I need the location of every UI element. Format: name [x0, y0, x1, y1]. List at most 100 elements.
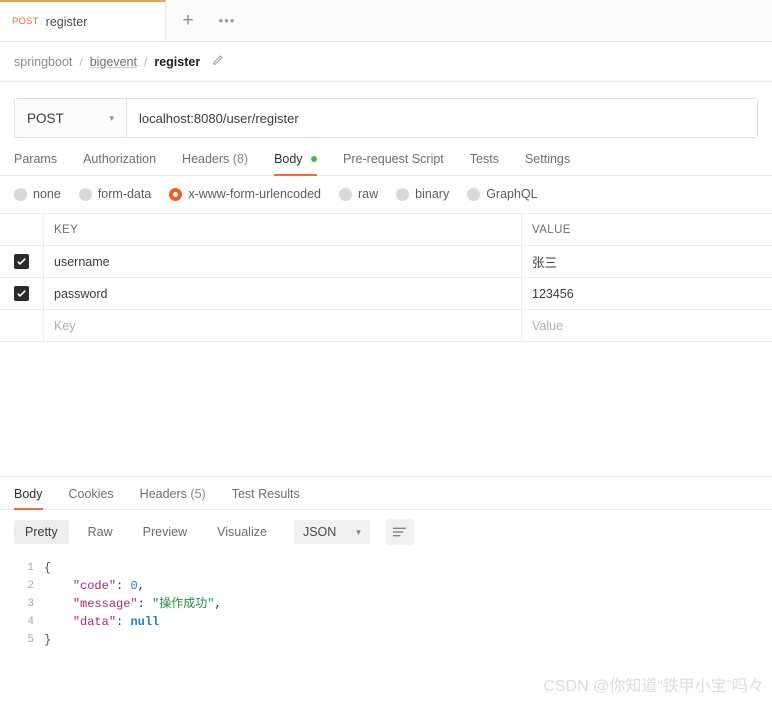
body-type-urlencoded[interactable]: x-www-form-urlencoded [169, 187, 321, 201]
row-checkbox-cell [0, 246, 44, 277]
line-content: { [44, 561, 52, 575]
radio-icon [396, 187, 410, 201]
table-row: password 123456 [0, 278, 772, 310]
breadcrumb-separator: / [79, 54, 83, 69]
form-params-table: KEY VALUE username 张三 password 123456 Ke… [0, 213, 772, 342]
request-tab-register[interactable]: POST register [0, 0, 166, 41]
body-type-graphql[interactable]: GraphQL [467, 187, 538, 201]
line-number: 4 [27, 616, 34, 628]
json-key: "data" [72, 615, 117, 629]
wrap-lines-icon[interactable] [385, 519, 414, 545]
json-value: null [130, 615, 160, 629]
table-header-row: KEY VALUE [0, 214, 772, 246]
tab-method-label: POST [12, 16, 39, 27]
table-new-row: Key Value [0, 310, 772, 342]
line-content: "data": null [72, 615, 160, 629]
json-key: "code" [72, 579, 117, 593]
body-type-none-label: none [33, 187, 61, 201]
radio-icon [78, 187, 92, 201]
body-modified-dot-icon [311, 156, 318, 162]
header-checkbox-cell [0, 214, 44, 245]
response-tab-test-results[interactable]: Test Results [232, 487, 300, 509]
url-value: localhost:8080/user/register [139, 110, 299, 126]
tab-headers[interactable]: Headers (8) [182, 152, 248, 175]
tab-authorization-label: Authorization [83, 152, 157, 166]
view-mode-raw[interactable]: Raw [77, 520, 124, 544]
chevron-down-icon: ▾ [356, 526, 361, 537]
row-key-value: password [54, 286, 108, 301]
tab-settings-label: Settings [524, 152, 571, 166]
checkbox-checked-icon[interactable] [14, 254, 29, 269]
response-tab-headers-count: (5) [190, 487, 206, 501]
row-key-input[interactable]: username [44, 246, 522, 277]
view-mode-preview[interactable]: Preview [132, 520, 198, 544]
row-value-input[interactable]: 123456 [522, 278, 772, 309]
row-key-input[interactable]: password [44, 278, 522, 309]
tab-pre-request-script[interactable]: Pre-request Script [343, 152, 444, 175]
view-mode-visualize[interactable]: Visualize [206, 520, 278, 544]
response-tab-body[interactable]: Body [14, 487, 43, 510]
response-tab-cookies-label: Cookies [68, 487, 114, 501]
table-row: username 张三 [0, 246, 772, 278]
tab-headers-label: Headers [182, 152, 230, 166]
breadcrumb-workspace[interactable]: springboot [14, 55, 72, 69]
radio-selected-icon [169, 187, 183, 201]
response-tabs: Body Cookies Headers (5) Test Results [0, 476, 772, 510]
body-type-none[interactable]: none [14, 187, 61, 201]
radio-icon [14, 187, 27, 201]
header-key-label: KEY [54, 223, 79, 236]
line-number: 3 [27, 598, 34, 610]
http-method-select[interactable]: POST ▾ [15, 99, 127, 137]
tab-tests-label: Tests [469, 152, 499, 166]
response-format-value: JSON [302, 525, 337, 539]
tab-authorization[interactable]: Authorization [83, 152, 156, 175]
tab-headers-count: (8) [232, 152, 249, 166]
ellipsis-icon[interactable]: ••• [210, 0, 244, 41]
new-row-key-input[interactable]: Key [44, 310, 522, 341]
plus-icon[interactable]: + [166, 0, 210, 41]
line-number: 5 [27, 634, 34, 646]
pencil-icon[interactable] [211, 54, 224, 70]
tab-tests[interactable]: Tests [470, 152, 499, 175]
radio-icon [467, 187, 481, 201]
code-line: 1 { [0, 559, 772, 577]
url-input[interactable]: localhost:8080/user/register [127, 99, 757, 137]
tab-params[interactable]: Params [14, 152, 57, 175]
response-format-select[interactable]: JSON ▾ [293, 520, 370, 544]
breadcrumb-separator-2: / [143, 54, 148, 69]
response-tab-cookies[interactable]: Cookies [69, 487, 114, 509]
code-line: 3 "message": "操作成功", [0, 595, 772, 613]
body-type-binary[interactable]: binary [396, 187, 449, 201]
body-type-form-data[interactable]: form-data [78, 187, 151, 201]
watermark: CSDN @你知道“铁甲小宝”吗々 [543, 678, 764, 695]
url-bar: POST ▾ localhost:8080/user/register [14, 98, 758, 138]
http-method-value: POST [27, 110, 64, 126]
body-type-raw[interactable]: raw [339, 187, 378, 201]
editor-empty-space [0, 342, 772, 476]
response-tab-headers-label: Headers [139, 487, 187, 501]
tab-body[interactable]: Body [274, 152, 318, 176]
row-value-input[interactable]: 张三 [522, 246, 772, 277]
body-type-raw-label: raw [358, 187, 379, 201]
row-key-value: username [54, 254, 110, 269]
header-value-cell: VALUE [522, 214, 772, 245]
json-value: 0 [130, 579, 138, 593]
request-tabs: Params Authorization Headers (8) Body Pr… [0, 138, 772, 176]
code-line: 5 } [0, 631, 772, 649]
view-mode-pretty[interactable]: Pretty [14, 520, 69, 544]
tab-bar: POST register + ••• [0, 0, 772, 42]
new-row-value-input[interactable]: Value [522, 310, 772, 341]
body-type-binary-label: binary [415, 187, 450, 201]
header-key-cell: KEY [44, 214, 522, 245]
checkbox-checked-icon[interactable] [14, 286, 29, 301]
response-tab-headers[interactable]: Headers (5) [140, 487, 206, 509]
header-value-label: VALUE [532, 223, 571, 236]
line-number: 1 [27, 562, 34, 574]
response-body-code[interactable]: 1 { 2 "code": 0, 3 "message": "操作成功", 4 … [0, 553, 772, 649]
body-type-options: none form-data x-www-form-urlencoded raw… [0, 176, 772, 213]
tab-settings[interactable]: Settings [525, 152, 570, 175]
response-format-bar: Pretty Raw Preview Visualize JSON ▾ [0, 510, 772, 553]
breadcrumb-collection[interactable]: bigevent [90, 55, 137, 69]
new-row-value-placeholder: Value [532, 318, 564, 333]
line-content: "code": 0, [72, 579, 145, 593]
